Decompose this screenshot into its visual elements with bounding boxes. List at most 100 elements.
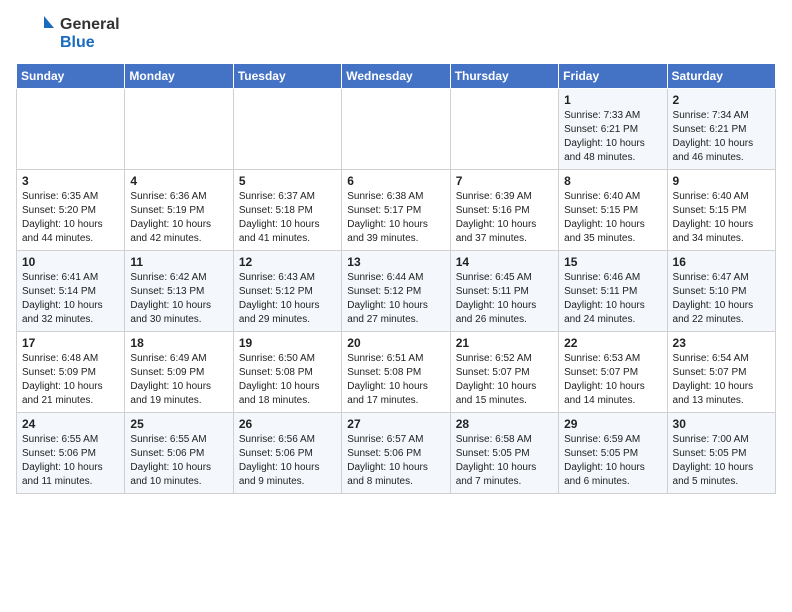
weekday-thursday: Thursday [450,63,558,88]
calendar-cell: 26 Sunrise: 6:56 AM Sunset: 5:06 PM Dayli… [233,412,341,493]
day-number: 3 [22,174,119,188]
cell-info: Sunrise: 6:58 AM Sunset: 5:05 PM Dayligh… [456,433,553,489]
weekday-friday: Friday [559,63,667,88]
calendar-cell: 21 Sunrise: 6:52 AM Sunset: 5:07 PM Dayli… [450,331,558,412]
calendar-page: GeneralBlue SundayMondayTuesdayWednesday… [0,0,792,502]
day-number: 7 [456,174,553,188]
cell-info: Sunrise: 6:59 AM Sunset: 5:05 PM Dayligh… [564,433,661,489]
calendar-cell: 3 Sunrise: 6:35 AM Sunset: 5:20 PM Daylig… [17,169,125,250]
day-number: 12 [239,255,336,269]
weekday-monday: Monday [125,63,233,88]
calendar-cell [17,88,125,169]
calendar-cell: 11 Sunrise: 6:42 AM Sunset: 5:13 PM Dayli… [125,250,233,331]
calendar-cell: 9 Sunrise: 6:40 AM Sunset: 5:15 PM Daylig… [667,169,775,250]
logo-svg [16,16,56,52]
cell-info: Sunrise: 6:53 AM Sunset: 5:07 PM Dayligh… [564,352,661,408]
cell-info: Sunrise: 6:54 AM Sunset: 5:07 PM Dayligh… [673,352,770,408]
calendar-cell: 5 Sunrise: 6:37 AM Sunset: 5:18 PM Daylig… [233,169,341,250]
day-number: 25 [130,417,227,431]
cell-info: Sunrise: 7:00 AM Sunset: 5:05 PM Dayligh… [673,433,770,489]
cell-info: Sunrise: 6:37 AM Sunset: 5:18 PM Dayligh… [239,190,336,246]
cell-info: Sunrise: 6:43 AM Sunset: 5:12 PM Dayligh… [239,271,336,327]
cell-info: Sunrise: 6:56 AM Sunset: 5:06 PM Dayligh… [239,433,336,489]
day-number: 20 [347,336,444,350]
calendar-cell: 29Sunrise: 6:59 AM Sunset: 5:05 PM Dayli… [559,412,667,493]
day-number: 18 [130,336,227,350]
calendar-cell: 22 Sunrise: 6:53 AM Sunset: 5:07 PM Dayli… [559,331,667,412]
calendar-header: SundayMondayTuesdayWednesdayThursdayFrid… [17,63,776,88]
weekday-tuesday: Tuesday [233,63,341,88]
cell-info: Sunrise: 7:33 AM Sunset: 6:21 PM Dayligh… [564,109,661,165]
calendar-cell: 20 Sunrise: 6:51 AM Sunset: 5:08 PM Dayli… [342,331,450,412]
logo-blue-text: Blue [60,34,120,52]
calendar-cell: 12 Sunrise: 6:43 AM Sunset: 5:12 PM Dayli… [233,250,341,331]
day-number: 28 [456,417,553,431]
cell-info: Sunrise: 6:45 AM Sunset: 5:11 PM Dayligh… [456,271,553,327]
week-row-1: 1 Sunrise: 7:33 AM Sunset: 6:21 PM Daylig… [17,88,776,169]
day-number: 1 [564,93,661,107]
cell-info: Sunrise: 6:48 AM Sunset: 5:09 PM Dayligh… [22,352,119,408]
calendar-cell: 15 Sunrise: 6:46 AM Sunset: 5:11 PM Dayli… [559,250,667,331]
weekday-saturday: Saturday [667,63,775,88]
cell-info: Sunrise: 6:52 AM Sunset: 5:07 PM Dayligh… [456,352,553,408]
header: GeneralBlue [16,16,776,53]
calendar-cell: 27Sunrise: 6:57 AM Sunset: 5:06 PM Dayli… [342,412,450,493]
logo: GeneralBlue [16,16,120,53]
cell-info: Sunrise: 6:44 AM Sunset: 5:12 PM Dayligh… [347,271,444,327]
calendar-cell [342,88,450,169]
day-number: 30 [673,417,770,431]
calendar-cell: 10Sunrise: 6:41 AM Sunset: 5:14 PM Dayli… [17,250,125,331]
cell-info: Sunrise: 6:46 AM Sunset: 5:11 PM Dayligh… [564,271,661,327]
week-row-2: 3 Sunrise: 6:35 AM Sunset: 5:20 PM Daylig… [17,169,776,250]
calendar-cell: 2Sunrise: 7:34 AM Sunset: 6:21 PM Daylig… [667,88,775,169]
cell-info: Sunrise: 6:40 AM Sunset: 5:15 PM Dayligh… [673,190,770,246]
calendar-cell: 18Sunrise: 6:49 AM Sunset: 5:09 PM Dayli… [125,331,233,412]
calendar-cell: 25Sunrise: 6:55 AM Sunset: 5:06 PM Dayli… [125,412,233,493]
cell-info: Sunrise: 6:42 AM Sunset: 5:13 PM Dayligh… [130,271,227,327]
week-row-5: 24Sunrise: 6:55 AM Sunset: 5:06 PM Dayli… [17,412,776,493]
day-number: 14 [456,255,553,269]
cell-info: Sunrise: 6:57 AM Sunset: 5:06 PM Dayligh… [347,433,444,489]
day-number: 4 [130,174,227,188]
day-number: 8 [564,174,661,188]
calendar-cell: 14 Sunrise: 6:45 AM Sunset: 5:11 PM Dayli… [450,250,558,331]
day-number: 9 [673,174,770,188]
calendar-cell: 24Sunrise: 6:55 AM Sunset: 5:06 PM Dayli… [17,412,125,493]
weekday-wednesday: Wednesday [342,63,450,88]
cell-info: Sunrise: 6:35 AM Sunset: 5:20 PM Dayligh… [22,190,119,246]
calendar-cell [450,88,558,169]
calendar-cell: 23Sunrise: 6:54 AM Sunset: 5:07 PM Dayli… [667,331,775,412]
calendar-cell: 8 Sunrise: 6:40 AM Sunset: 5:15 PM Daylig… [559,169,667,250]
calendar-cell: 1 Sunrise: 7:33 AM Sunset: 6:21 PM Daylig… [559,88,667,169]
calendar-cell [233,88,341,169]
weekday-header-row: SundayMondayTuesdayWednesdayThursdayFrid… [17,63,776,88]
day-number: 6 [347,174,444,188]
calendar-cell: 28 Sunrise: 6:58 AM Sunset: 5:05 PM Dayli… [450,412,558,493]
day-number: 11 [130,255,227,269]
cell-info: Sunrise: 6:39 AM Sunset: 5:16 PM Dayligh… [456,190,553,246]
calendar-cell: 16 Sunrise: 6:47 AM Sunset: 5:10 PM Dayli… [667,250,775,331]
day-number: 26 [239,417,336,431]
calendar-cell: 4 Sunrise: 6:36 AM Sunset: 5:19 PM Daylig… [125,169,233,250]
day-number: 10 [22,255,119,269]
calendar-table: SundayMondayTuesdayWednesdayThursdayFrid… [16,63,776,494]
calendar-cell: 13Sunrise: 6:44 AM Sunset: 5:12 PM Dayli… [342,250,450,331]
day-number: 15 [564,255,661,269]
calendar-body: 1 Sunrise: 7:33 AM Sunset: 6:21 PM Daylig… [17,88,776,493]
day-number: 24 [22,417,119,431]
calendar-cell: 7 Sunrise: 6:39 AM Sunset: 5:16 PM Daylig… [450,169,558,250]
weekday-sunday: Sunday [17,63,125,88]
day-number: 22 [564,336,661,350]
cell-info: Sunrise: 6:36 AM Sunset: 5:19 PM Dayligh… [130,190,227,246]
cell-info: Sunrise: 6:50 AM Sunset: 5:08 PM Dayligh… [239,352,336,408]
week-row-3: 10Sunrise: 6:41 AM Sunset: 5:14 PM Dayli… [17,250,776,331]
cell-info: Sunrise: 6:51 AM Sunset: 5:08 PM Dayligh… [347,352,444,408]
cell-info: Sunrise: 6:47 AM Sunset: 5:10 PM Dayligh… [673,271,770,327]
day-number: 21 [456,336,553,350]
day-number: 19 [239,336,336,350]
day-number: 5 [239,174,336,188]
cell-info: Sunrise: 6:40 AM Sunset: 5:15 PM Dayligh… [564,190,661,246]
day-number: 16 [673,255,770,269]
calendar-cell: 6Sunrise: 6:38 AM Sunset: 5:17 PM Daylig… [342,169,450,250]
calendar-cell: 19 Sunrise: 6:50 AM Sunset: 5:08 PM Dayli… [233,331,341,412]
